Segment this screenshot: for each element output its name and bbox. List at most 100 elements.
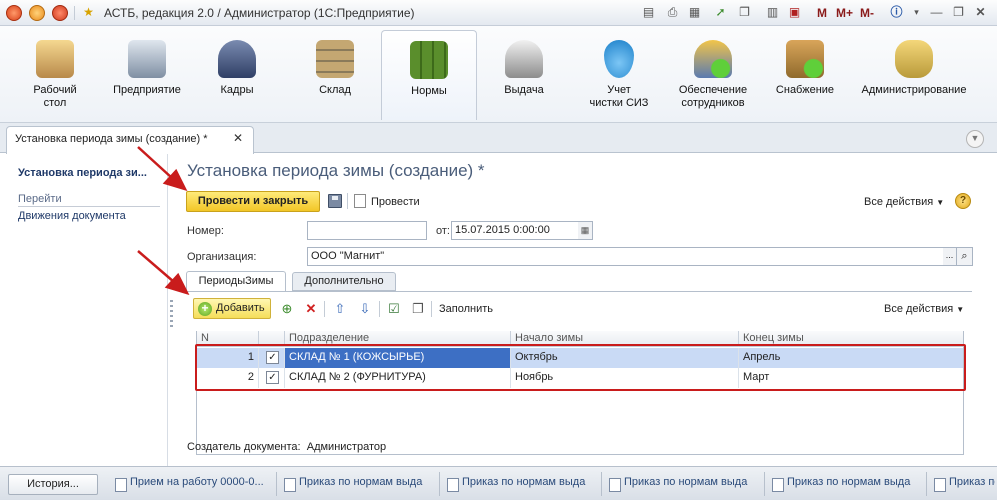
post-document-icon[interactable] bbox=[354, 194, 366, 208]
document-author: Создатель документа: Администратор bbox=[187, 441, 386, 453]
nav-current-document[interactable]: Установка периода зи... bbox=[18, 167, 147, 179]
calendar-picker-icon[interactable]: ▦ bbox=[578, 221, 593, 240]
move-down-icon[interactable]: ⇩ bbox=[357, 301, 373, 317]
date-field[interactable]: 15.07.2015 0:00:00 bbox=[451, 221, 579, 240]
help-icon[interactable]: ? bbox=[955, 193, 971, 209]
organization-field[interactable]: ООО "Магнит" bbox=[307, 247, 944, 266]
restore-icon[interactable]: ❐ bbox=[950, 4, 967, 21]
favorites-star-icon[interactable]: ★ bbox=[80, 4, 97, 21]
add-icon: + bbox=[198, 302, 212, 316]
delete-row-icon[interactable]: ✕ bbox=[303, 301, 319, 317]
building-icon bbox=[128, 40, 166, 78]
document-tab[interactable]: Установка периода зимы (создание) * bbox=[6, 126, 254, 154]
number-field[interactable] bbox=[307, 221, 427, 240]
people-icon bbox=[218, 40, 256, 78]
ribbon-label: Выдача bbox=[504, 84, 544, 96]
preview-icon[interactable]: ▦ bbox=[686, 4, 703, 21]
print-icon[interactable]: ⎙ bbox=[664, 4, 681, 21]
check-all-icon[interactable]: ☑ bbox=[386, 301, 402, 317]
dropdown-icon[interactable]: ▾ bbox=[908, 4, 925, 21]
post-and-close-button[interactable]: Провести и закрыть bbox=[186, 191, 320, 212]
stop-icon[interactable] bbox=[52, 5, 68, 21]
ribbon-label: Снабжение bbox=[775, 84, 835, 96]
all-actions-menu[interactable]: Все действия ▼ bbox=[864, 196, 944, 208]
dropdown-arrow-icon: ▼ bbox=[956, 305, 965, 314]
memory-minus-button[interactable]: M- bbox=[860, 6, 874, 20]
taskbar-item[interactable]: Приказ по нормам выда... bbox=[933, 476, 995, 494]
divider bbox=[18, 206, 160, 207]
splitter-handle[interactable] bbox=[170, 300, 173, 330]
divider bbox=[186, 291, 972, 292]
date-label: от: bbox=[436, 225, 450, 237]
post-button[interactable]: Провести bbox=[371, 196, 420, 208]
tab-winter-periods[interactable]: ПериодыЗимы bbox=[186, 271, 286, 292]
ribbon-item-personnel[interactable]: Кадры bbox=[206, 30, 268, 120]
ribbon-item-issue[interactable]: Выдача bbox=[492, 30, 556, 120]
worker-icon bbox=[505, 40, 543, 78]
annotation-highlight-box bbox=[195, 344, 966, 391]
number-label: Номер: bbox=[187, 225, 224, 237]
taskbar-item[interactable]: Приказ по нормам выда... bbox=[446, 476, 586, 494]
nav-document-movements-link[interactable]: Движения документа bbox=[18, 210, 126, 222]
app-logo-icon[interactable] bbox=[6, 5, 22, 21]
save-icon[interactable] bbox=[328, 194, 342, 208]
box-add-icon bbox=[786, 40, 824, 78]
minimize-icon[interactable]: — bbox=[928, 4, 945, 21]
separator bbox=[347, 193, 348, 209]
close-tab-icon[interactable]: ✕ bbox=[233, 131, 243, 145]
calculator-icon[interactable]: ▥ bbox=[764, 4, 781, 21]
section-ribbon: Рабочий стол Предприятие Кадры Склад Нор… bbox=[0, 26, 997, 123]
ribbon-item-norms[interactable]: Нормы bbox=[381, 30, 477, 120]
ribbon-label: Рабочий стол bbox=[33, 84, 77, 109]
forward-icon[interactable]: ➚ bbox=[712, 4, 729, 21]
search-icon[interactable]: ⌕ bbox=[957, 247, 973, 266]
close-window-icon[interactable]: ✕ bbox=[972, 4, 989, 21]
separator bbox=[439, 472, 440, 496]
title-bar: ★ АСТБ, редакция 2.0 / Администратор (1С… bbox=[0, 0, 997, 26]
separator bbox=[74, 6, 75, 20]
copy-icon[interactable]: ❐ bbox=[736, 4, 753, 21]
annotation-arrowhead bbox=[162, 168, 188, 192]
move-up-icon[interactable]: ⇧ bbox=[332, 301, 348, 317]
cleaning-icon bbox=[604, 40, 634, 78]
memory-button[interactable]: M bbox=[817, 6, 827, 20]
copy-row-icon[interactable]: ⊕ bbox=[279, 301, 295, 317]
ribbon-label: Предприятие bbox=[113, 84, 181, 96]
ribbon-item-warehouse[interactable]: Склад bbox=[302, 30, 368, 120]
uncheck-all-icon[interactable]: ❐ bbox=[410, 301, 426, 317]
ribbon-item-procurement[interactable]: Снабжение bbox=[772, 30, 838, 120]
separator bbox=[324, 301, 325, 317]
memory-plus-button[interactable]: M+ bbox=[836, 6, 853, 20]
taskbar-item[interactable]: Приказ по нормам выда... bbox=[771, 476, 911, 494]
ribbon-label: Кадры bbox=[220, 84, 254, 96]
ribbon-item-desktop[interactable]: Рабочий стол bbox=[22, 30, 88, 120]
menu-icon[interactable] bbox=[29, 5, 45, 21]
ribbon-item-enterprise[interactable]: Предприятие bbox=[104, 30, 190, 120]
taskbar-item[interactable]: Приказ по нормам выда... bbox=[283, 476, 423, 494]
taskbar-item[interactable]: Прием на работу 0000-0... bbox=[114, 476, 264, 494]
separator bbox=[601, 472, 602, 496]
collapse-chevron-icon[interactable]: ▼ bbox=[966, 130, 984, 148]
separator bbox=[764, 472, 765, 496]
fill-button[interactable]: Заполнить bbox=[439, 303, 493, 315]
table-all-actions-menu[interactable]: Все действия ▼ bbox=[884, 303, 964, 315]
ribbon-item-administration[interactable]: Администрирование bbox=[856, 30, 972, 120]
warehouse-icon bbox=[316, 40, 354, 78]
admin-icon bbox=[895, 40, 933, 78]
save-toolbar-icon[interactable]: ▤ bbox=[640, 4, 657, 21]
select-ellipsis-button[interactable]: ... bbox=[943, 247, 957, 266]
ribbon-label: Обеспечение сотрудников bbox=[678, 84, 748, 109]
ribbon-label: Нормы bbox=[411, 85, 447, 97]
tab-additional[interactable]: Дополнительно bbox=[292, 272, 396, 291]
ribbon-item-cleaning[interactable]: Учет чистки СИЗ bbox=[580, 30, 658, 120]
form-title: Установка периода зимы (создание) * bbox=[187, 161, 485, 180]
ribbon-label: Склад bbox=[319, 84, 351, 96]
history-button[interactable]: История... bbox=[8, 474, 98, 495]
ribbon-item-employee-supply[interactable]: Обеспечение сотрудников bbox=[670, 30, 756, 120]
taskbar-item[interactable]: Приказ по нормам выда... bbox=[608, 476, 748, 494]
info-icon[interactable]: ⓘ bbox=[888, 4, 905, 21]
calendar-icon[interactable]: ▣ bbox=[786, 4, 803, 21]
all-actions-label: Все действия bbox=[884, 303, 954, 315]
user-add-icon bbox=[694, 40, 732, 78]
author-label: Создатель документа: bbox=[187, 441, 301, 453]
